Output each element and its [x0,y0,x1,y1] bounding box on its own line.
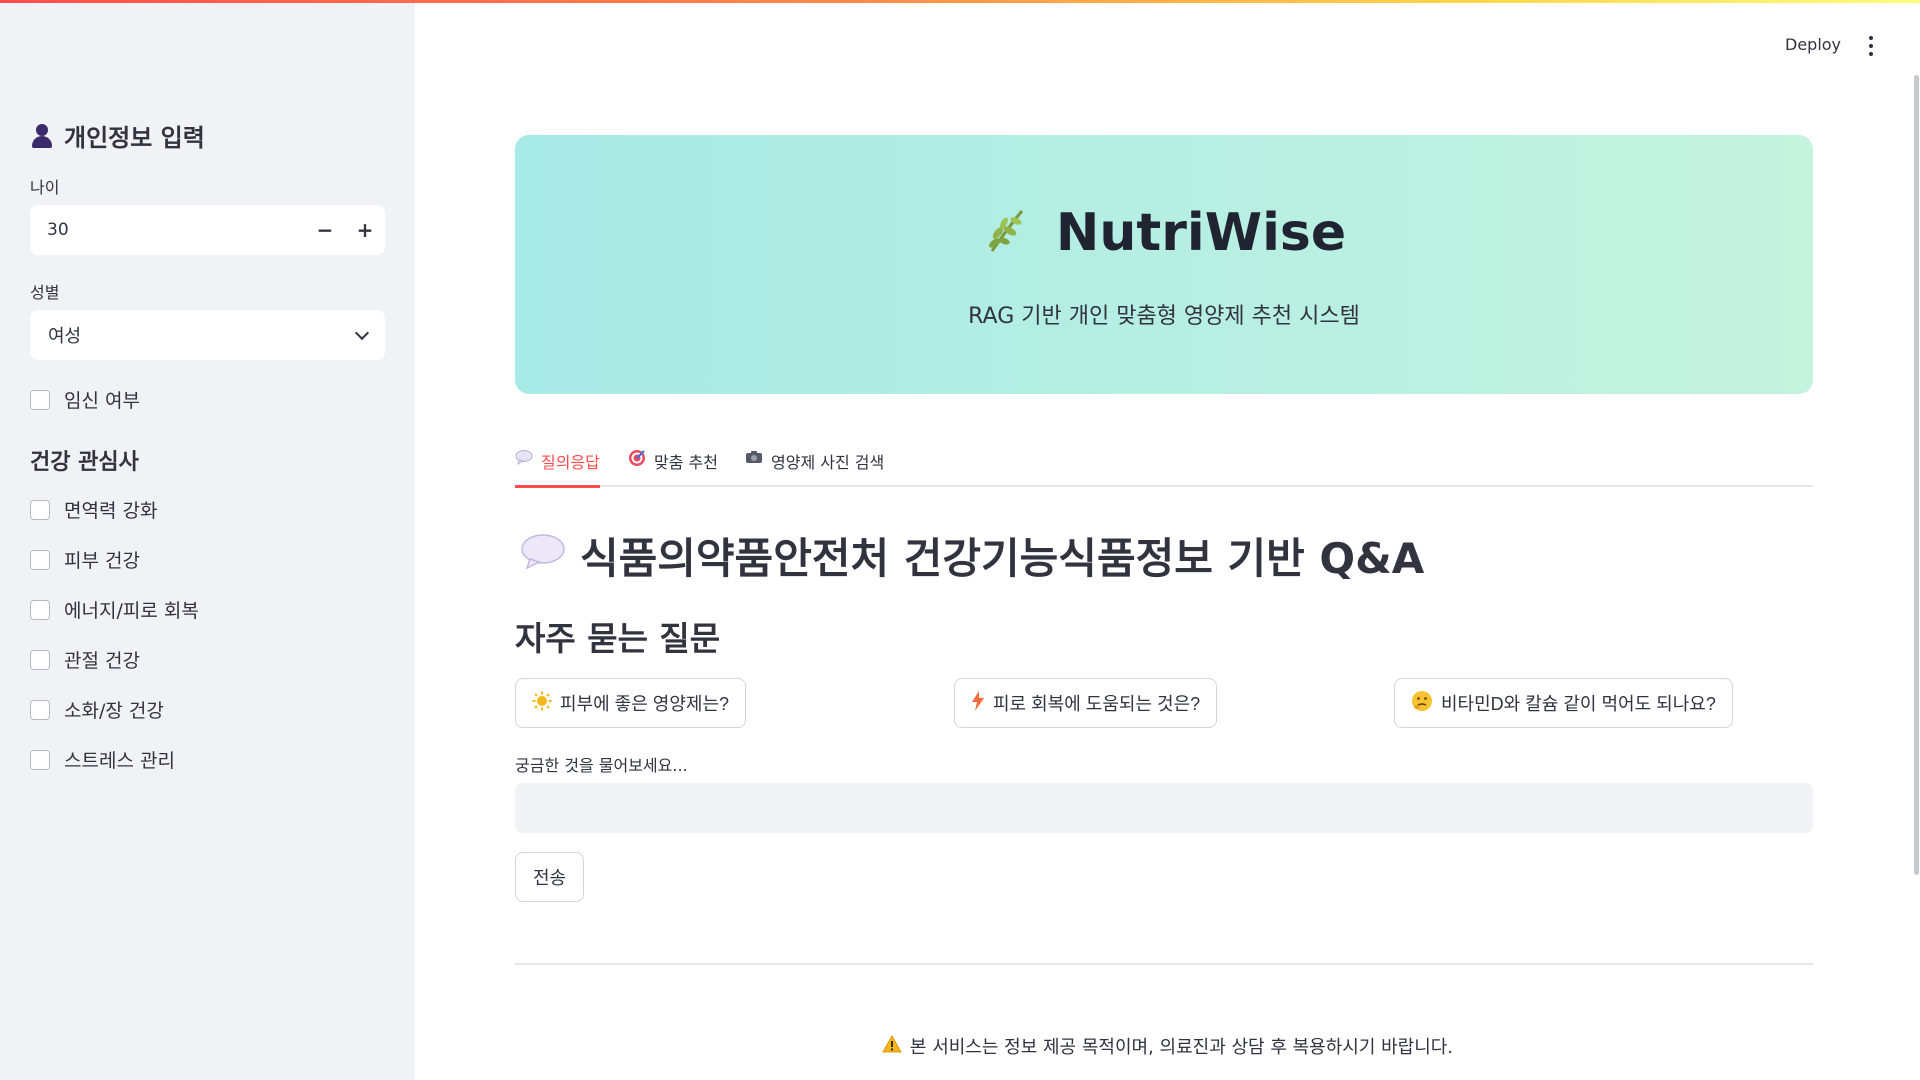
faq-button-label: 피부에 좋은 영양제는? [560,694,730,714]
age-stepper: 30 − + [30,205,385,255]
tab-bar: 질의응답 맞춤 추천 영양제 사진 검색 [515,445,1813,488]
hero-banner: NutriWise RAG 기반 개인 맞춤형 영양제 추천 시스템 [515,135,1813,394]
faq-button-label: 피로 회복에 도움되는 것은? [993,694,1201,714]
age-input[interactable]: 30 [30,220,305,240]
interest-label: 소화/장 건강 [64,700,164,722]
divider [515,963,1813,965]
page-title: 식품의약품안전처 건강기능식품정보 기반 Q&A [520,525,1424,586]
faq-button-skin[interactable]: 피부에 좋은 영양제는? [515,678,747,728]
interest-label: 에너지/피로 회복 [64,600,199,622]
deploy-button[interactable]: Deploy [1785,35,1841,54]
footer: 본 서비스는 정보 제공 목적이며, 의료진과 상담 후 복용하시기 바랍니다. [0,1033,1920,1059]
faq-button-fatigue[interactable]: 피로 회복에 도움되는 것은? [954,678,1218,728]
camera-icon [745,449,763,468]
interest-label: 피부 건강 [64,550,140,572]
age-increment-button[interactable]: + [345,205,385,255]
interest-label: 스트레스 관리 [64,750,175,772]
app-subtitle: RAG 기반 개인 맞춤형 영양제 추천 시스템 [968,304,1360,329]
top-decoration-bar [0,0,1920,3]
faq-title: 자주 묻는 질문 [515,619,721,658]
app-title: NutriWise [1055,203,1347,263]
speech-bubble-icon [520,531,566,580]
thinking-face-icon [1411,690,1433,717]
sidebar: 개인정보 입력 나이 30 − + 성별 여성 임신 여부 건강 관심사 면역력… [0,0,415,1080]
interest-checkbox-row[interactable]: 피부 건강 [30,546,140,573]
interest-checkbox[interactable] [30,649,50,670]
pregnant-checkbox-row[interactable]: 임신 여부 [30,386,140,413]
interest-checkbox-row[interactable]: 스트레스 관리 [30,746,175,773]
lightning-icon [971,690,985,716]
footer-notice: 본 서비스는 정보 제공 목적이며, 의료진과 상담 후 복용하시기 바랍니다. [909,1037,1454,1058]
send-button[interactable]: 전송 [515,852,584,902]
faq-button-vitamin-d[interactable]: 비타민D와 칼슘 같이 먹어도 되나요? [1394,678,1733,728]
faq-button-label: 비타민D와 칼슘 같이 먹어도 되나요? [1441,694,1716,714]
page-title-text: 식품의약품안전처 건강기능식품정보 기반 Q&A [580,534,1425,583]
gender-select[interactable]: 여성 [30,310,385,360]
main-menu-icon[interactable] [1868,36,1874,56]
interest-checkbox[interactable] [30,749,50,770]
scrollbar[interactable] [1914,75,1919,875]
tab-recommend[interactable]: 맞춤 추천 [628,445,718,487]
sidebar-header: 개인정보 입력 [30,118,205,153]
sidebar-title: 개인정보 입력 [64,124,205,152]
herb-icon [982,205,1034,261]
gender-select-value: 여성 [48,326,82,347]
person-icon [30,123,54,149]
age-label: 나이 [30,178,60,197]
hero-title-row: NutriWise [515,203,1813,263]
question-input[interactable] [515,783,1813,833]
target-icon [628,449,646,471]
pregnant-checkbox[interactable] [30,389,50,410]
tab-photo-search[interactable]: 영양제 사진 검색 [745,445,884,487]
pregnant-label: 임신 여부 [64,390,140,412]
interest-checkbox[interactable] [30,549,50,570]
interest-checkbox-row[interactable]: 면역력 강화 [30,496,157,523]
interest-checkbox-row[interactable]: 에너지/피로 회복 [30,596,199,623]
age-decrement-button[interactable]: − [305,205,345,255]
interest-checkbox[interactable] [30,599,50,620]
warning-icon [882,1034,902,1058]
tab-label: 맞춤 추천 [654,453,718,472]
interest-label: 면역력 강화 [64,500,158,522]
question-label: 궁금한 것을 물어보세요... [515,756,688,775]
tab-label: 질의응답 [541,453,600,472]
speech-bubble-icon [515,449,533,469]
tab-label: 영양제 사진 검색 [771,453,885,472]
interest-label: 관절 건강 [64,650,140,672]
interest-checkbox[interactable] [30,699,50,720]
tab-qa[interactable]: 질의응답 [515,445,600,488]
interest-checkbox[interactable] [30,499,50,520]
sun-icon [532,691,552,716]
gender-label: 성별 [30,283,60,302]
interests-title: 건강 관심사 [30,450,139,475]
interest-checkbox-row[interactable]: 소화/장 건강 [30,696,164,723]
interest-checkbox-row[interactable]: 관절 건강 [30,646,140,673]
chevron-down-icon [354,325,370,340]
